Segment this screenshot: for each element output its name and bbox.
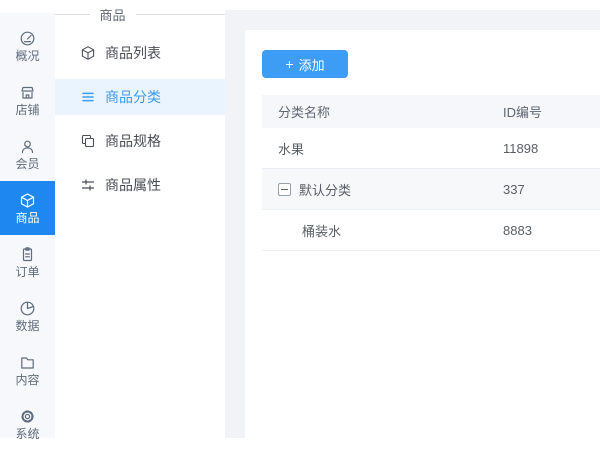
add-button[interactable]: + 添加 [262, 50, 348, 78]
sidebar-item-label: 数据 [15, 320, 39, 332]
column-header-id: ID编号 [487, 102, 600, 121]
sidebar-item-label: 店铺 [15, 104, 39, 116]
submenu-item-goods-attr[interactable]: 商品属性 [55, 167, 225, 203]
category-name-cell: 水果 [262, 139, 487, 158]
system-gear-icon [19, 408, 36, 425]
submenu: 商品列表 商品分类 商品规格 [55, 0, 225, 203]
sidebar-item-label: 系统 [15, 428, 39, 440]
plus-icon: + [285, 57, 293, 71]
submenu-group-title-label: 商品 [100, 5, 126, 24]
content-panel: + 添加 分类名称 ID编号 水果 11898 默认分类 337 桶装水 [245, 30, 600, 438]
copy-icon [80, 133, 96, 149]
sidebar-item-content[interactable]: 内容 [0, 343, 55, 397]
submenu-item-label: 商品属性 [105, 175, 161, 195]
category-id-cell: 11898 [487, 141, 600, 156]
order-icon [19, 246, 36, 263]
submenu-item-label: 商品分类 [105, 87, 161, 107]
category-name-cell: 默认分类 [299, 180, 351, 199]
primary-sidebar: 概况 店铺 会员 商品 [0, 13, 55, 438]
sidebar-item-shop[interactable]: 店铺 [0, 73, 55, 127]
sidebar-item-label: 订单 [15, 266, 39, 278]
data-pie-icon [19, 300, 36, 317]
sidebar-item-data[interactable]: 数据 [0, 289, 55, 343]
member-icon [19, 138, 36, 155]
sidebar-item-goods[interactable]: 商品 [0, 181, 55, 235]
sidebar-item-label: 会员 [15, 158, 39, 170]
submenu-item-label: 商品列表 [105, 43, 161, 63]
add-button-label: 添加 [299, 55, 325, 74]
main-area: + 添加 分类名称 ID编号 水果 11898 默认分类 337 桶装水 [225, 0, 600, 438]
table-header-row: 分类名称 ID编号 [262, 95, 600, 128]
sidebar-item-label: 内容 [15, 374, 39, 386]
list-icon [80, 89, 96, 105]
table-row-default-category[interactable]: 默认分类 337 [262, 169, 600, 210]
content-folder-icon [19, 354, 36, 371]
sidebar-item-orders[interactable]: 订单 [0, 235, 55, 289]
sidebar-item-overview[interactable]: 概况 [0, 19, 55, 73]
sidebar-item-system[interactable]: 系统 [0, 397, 55, 451]
table-row-bottled-water[interactable]: 桶装水 8883 [262, 210, 600, 251]
submenu-item-goods-spec[interactable]: 商品规格 [55, 123, 225, 159]
left-pane: 商品 概况 店铺 会员 [0, 0, 225, 438]
dashboard-icon [19, 30, 36, 47]
category-id-cell: 8883 [487, 223, 600, 238]
column-header-category-name: 分类名称 [262, 102, 487, 121]
submenu-item-goods-list[interactable]: 商品列表 [55, 35, 225, 71]
sidebar-item-members[interactable]: 会员 [0, 127, 55, 181]
divider-line [136, 14, 226, 15]
category-id-cell: 337 [487, 182, 600, 197]
goods-cube-icon [19, 192, 36, 209]
category-table: 分类名称 ID编号 水果 11898 默认分类 337 桶装水 8883 [262, 95, 600, 251]
sidebar-item-label: 商品 [15, 212, 39, 224]
cube-icon [80, 45, 96, 61]
sliders-icon [80, 177, 96, 193]
table-row-fruit[interactable]: 水果 11898 [262, 128, 600, 169]
sidebar-item-label: 概况 [15, 50, 39, 62]
shop-icon [19, 84, 36, 101]
submenu-item-goods-category[interactable]: 商品分类 [55, 79, 225, 115]
collapse-minus-icon[interactable] [278, 183, 291, 196]
submenu-item-label: 商品规格 [105, 131, 161, 151]
category-name-cell: 桶装水 [262, 221, 487, 240]
